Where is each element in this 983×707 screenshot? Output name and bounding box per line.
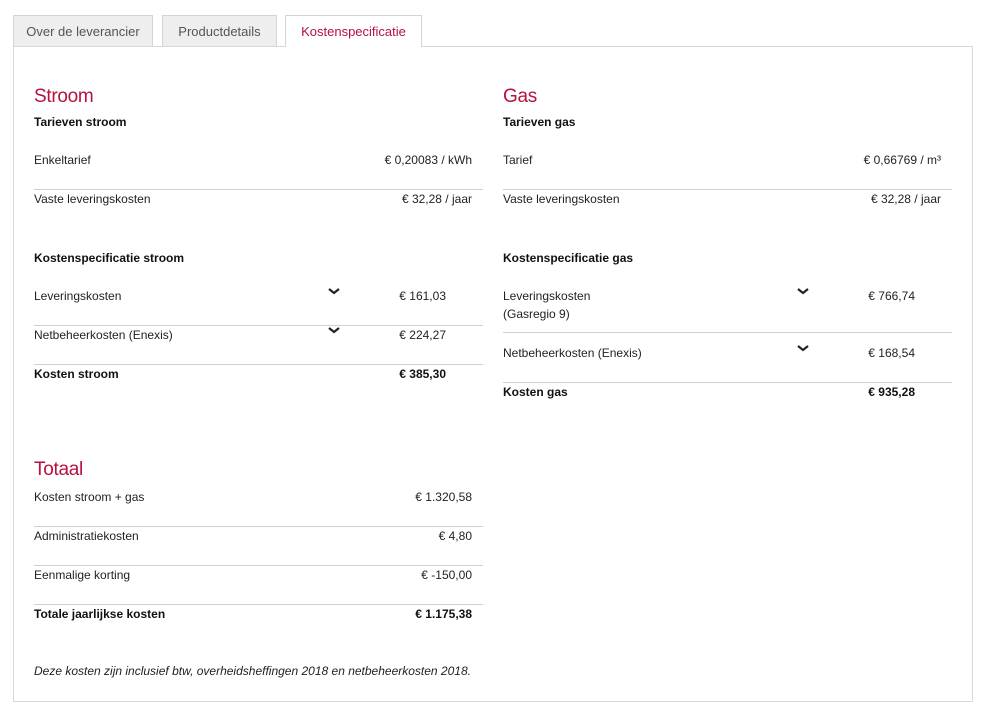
table-row: Tarief € 0,66769 / m³ <box>503 151 952 190</box>
row-label: Vaste leveringskosten <box>503 192 620 206</box>
tarieven-gas-heading: Tarieven gas <box>503 115 576 129</box>
row-label: Kosten stroom + gas <box>34 490 145 504</box>
row-label-line: Leveringskosten <box>503 289 591 303</box>
row-label-subline: (Gasregio 9) <box>503 307 570 321</box>
total-label: Kosten stroom <box>34 367 119 381</box>
table-row: Leveringskosten € 161,03 <box>34 287 483 326</box>
row-value: € 32,28 / jaar <box>401 192 472 206</box>
row-label: Eenmalige korting <box>34 568 131 582</box>
table-row: Enkeltarief € 0,20083 / kWh <box>34 151 483 190</box>
table-row: Kosten stroom + gas € 1.320,58 <box>34 488 483 527</box>
row-label: Tarief <box>503 153 533 167</box>
row-label: Netbeheerkosten (Enexis) <box>34 328 173 342</box>
total-label: Kosten gas <box>503 385 568 399</box>
stroom-title: Stroom <box>34 86 94 107</box>
table-row: Vaste leveringskosten € 32,28 / jaar <box>503 190 952 229</box>
total-row: Kosten stroom € 385,30 <box>34 365 483 404</box>
total-value: € 935,28 <box>868 385 915 399</box>
row-value: € 1.320,58 <box>415 490 472 504</box>
row-value: € 0,66769 / m³ <box>863 153 941 167</box>
chevron-down-icon[interactable] <box>327 323 341 337</box>
row-value: € -150,00 <box>421 568 472 582</box>
row-value: € 168,54 <box>868 346 915 360</box>
total-row: Totale jaarlijkse kosten € 1.175,38 <box>34 605 483 644</box>
row-label: Leveringskosten <box>34 289 122 303</box>
table-row: Vaste leveringskosten € 32,28 / jaar <box>34 190 483 229</box>
row-label: Vaste leveringskosten <box>34 192 151 206</box>
gas-title: Gas <box>503 86 537 107</box>
totaal-title: Totaal <box>34 459 83 480</box>
tab-kostenspecificatie[interactable]: Kostenspecificatie <box>285 15 422 47</box>
table-row: Netbeheerkosten (Enexis) € 168,54 <box>503 344 952 383</box>
kostenspecificatie-gas-heading: Kostenspecificatie gas <box>503 251 634 265</box>
tarieven-stroom-heading: Tarieven stroom <box>34 115 127 129</box>
row-value: € 224,27 <box>399 328 446 342</box>
row-value: € 4,80 <box>438 529 472 543</box>
chevron-down-icon[interactable] <box>327 284 341 298</box>
disclaimer-note: Deze kosten zijn inclusief btw, overheid… <box>34 664 471 678</box>
table-row: Netbeheerkosten (Enexis) € 224,27 <box>34 326 483 365</box>
total-row: Kosten gas € 935,28 <box>503 383 952 422</box>
table-row: Leveringskosten (Gasregio 9) € 766,74 <box>503 287 952 333</box>
row-value: € 32,28 / jaar <box>870 192 941 206</box>
row-label: Enkeltarief <box>34 153 91 167</box>
total-value: € 385,30 <box>399 367 446 381</box>
row-value: € 766,74 <box>868 289 915 303</box>
table-row: Administratiekosten € 4,80 <box>34 527 483 566</box>
kostenspecificatie-stroom-heading: Kostenspecificatie stroom <box>34 251 185 265</box>
row-value: € 161,03 <box>399 289 446 303</box>
row-label: Leveringskosten (Gasregio 9) <box>503 287 590 323</box>
gas-section: Gas Tarieven gas Tarief € 0,66769 / m³ V… <box>503 0 952 707</box>
row-label: Netbeheerkosten (Enexis) <box>503 346 642 360</box>
total-label: Totale jaarlijkse kosten <box>34 607 166 621</box>
chevron-down-icon[interactable] <box>796 341 810 355</box>
row-label: Administratiekosten <box>34 529 139 543</box>
total-value: € 1.175,38 <box>415 607 472 621</box>
row-value: € 0,20083 / kWh <box>384 153 472 167</box>
chevron-down-icon[interactable] <box>796 284 810 298</box>
stroom-section: Stroom Tarieven stroom Enkeltarief € 0,2… <box>34 0 483 707</box>
table-row: Eenmalige korting € -150,00 <box>34 566 483 605</box>
